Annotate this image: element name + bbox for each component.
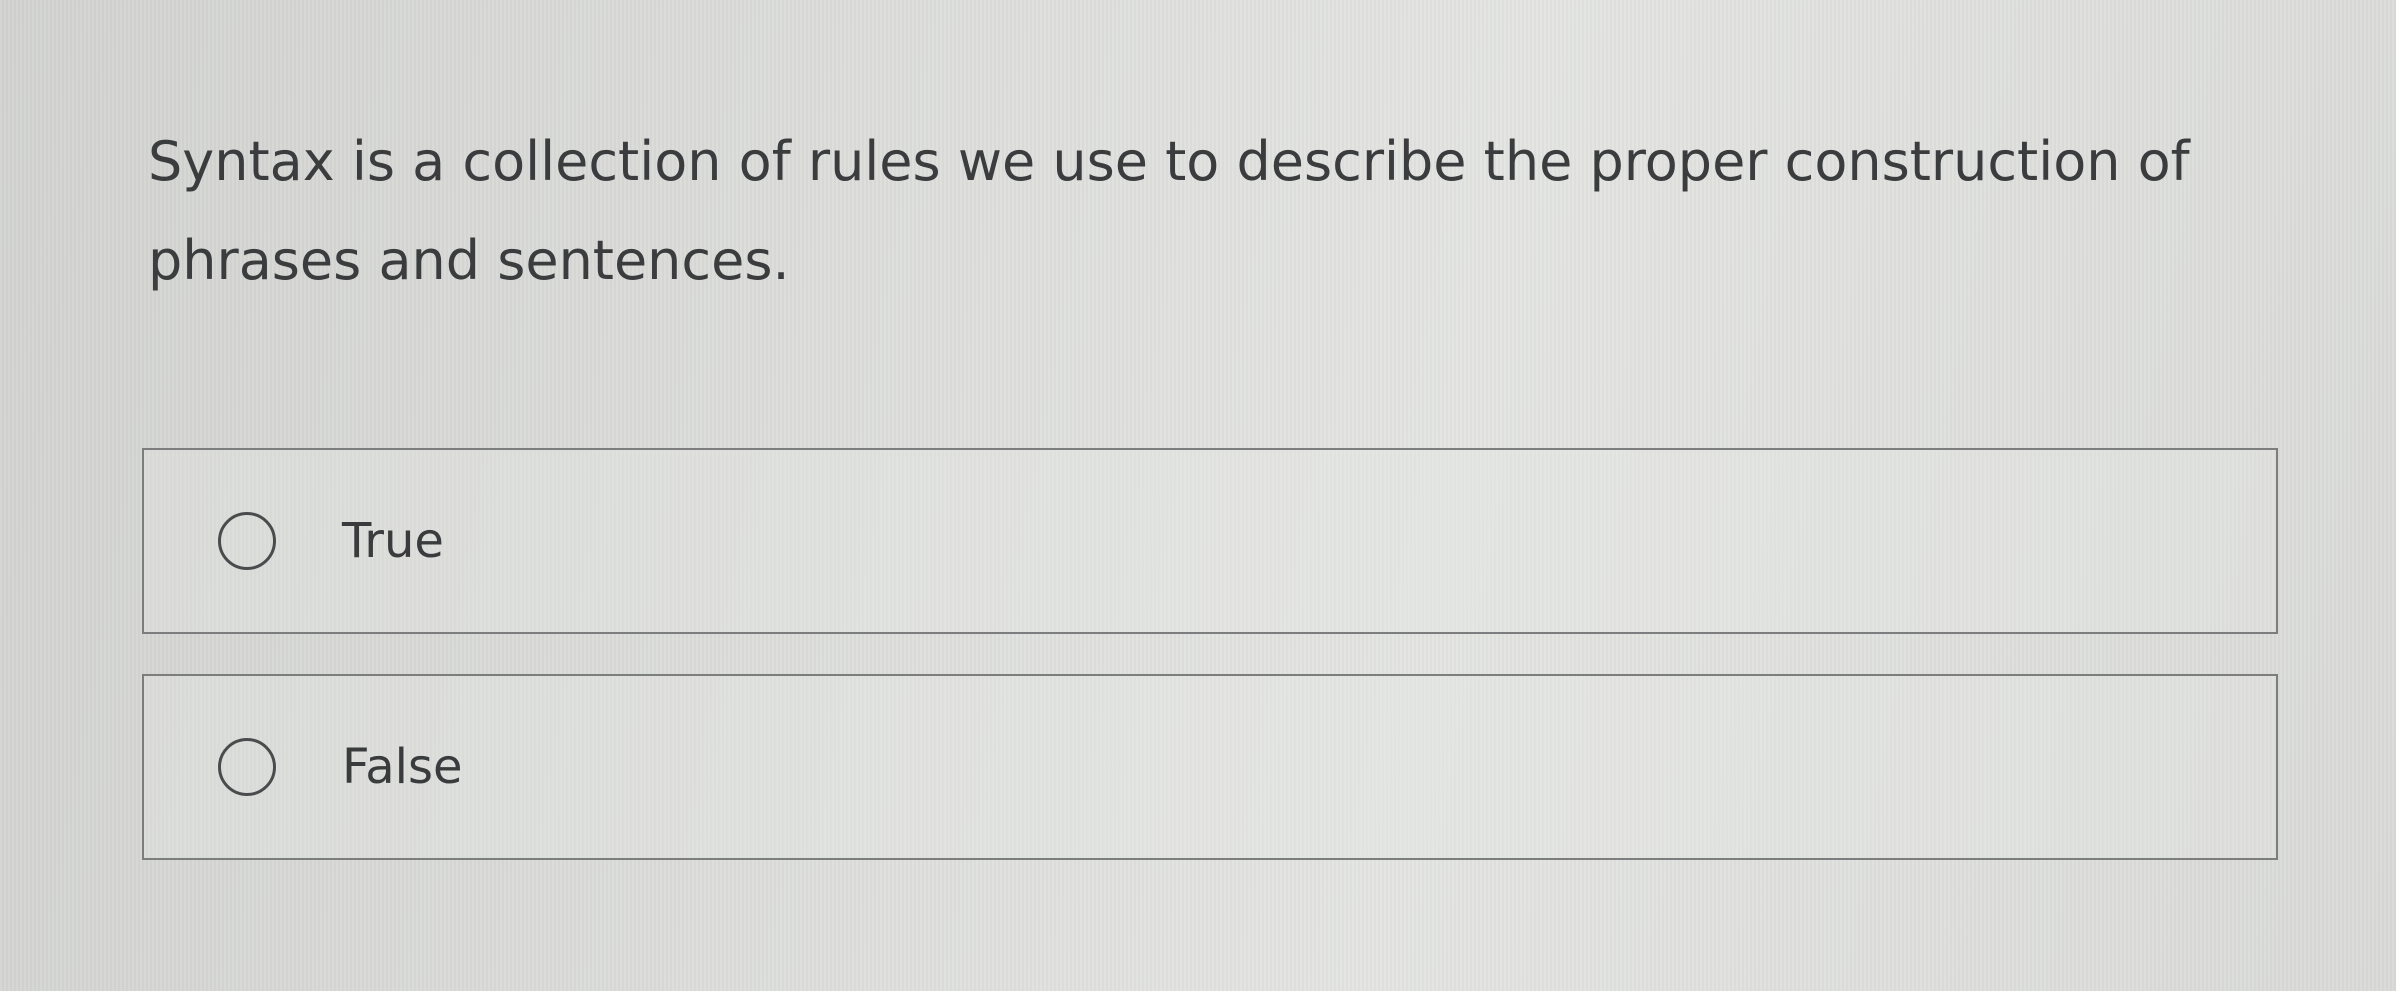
option-label: False [342, 739, 463, 795]
option-false[interactable]: False [142, 674, 2278, 860]
radio-button-icon[interactable] [218, 512, 276, 570]
question-text: Syntax is a collection of rules we use t… [148, 130, 2190, 292]
answer-options: True False [142, 448, 2280, 900]
radio-button-icon[interactable] [218, 738, 276, 796]
option-label: True [342, 513, 444, 569]
quiz-page: Syntax is a collection of rules we use t… [0, 0, 2396, 991]
option-true[interactable]: True [142, 448, 2278, 634]
